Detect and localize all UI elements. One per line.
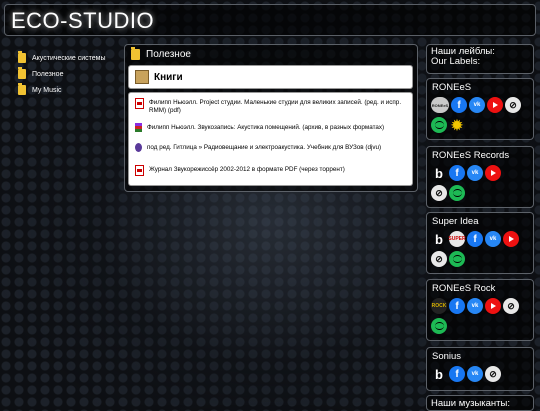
label-card: RONEeS Records b f vk ⊘ [426, 146, 534, 208]
djvu-icon [135, 143, 142, 152]
page-title-text: Полезное [146, 48, 191, 60]
label-card-title[interactable]: RONEeS Rock [427, 280, 533, 295]
spotify-icon[interactable] [431, 318, 447, 334]
label-card-title[interactable]: RONEeS Records [427, 147, 533, 162]
label-logo-icon[interactable]: ROCK [431, 298, 447, 314]
spotify-icon[interactable] [449, 251, 465, 267]
list-item[interactable]: Журнал Звукорежиссёр 2002-2012 в формате… [135, 165, 407, 176]
label-logo-icon[interactable]: SUPER [448, 231, 466, 247]
list-item[interactable]: Филипп Ньюэлл. Project студии. Маленькие… [135, 98, 407, 115]
books-section-label: Книги [154, 71, 183, 83]
list-item[interactable]: под ред. Гитлица » Радиовещание и электр… [135, 143, 407, 152]
folder-icon [18, 83, 26, 95]
label-card-title[interactable]: Super Idea [427, 213, 533, 228]
archive-icon [135, 123, 142, 132]
youtube-icon[interactable] [487, 97, 503, 113]
facebook-icon[interactable]: f [449, 165, 465, 181]
page-title: Полезное [125, 45, 417, 63]
spotify-icon[interactable] [431, 117, 447, 133]
books-section[interactable]: Книги [129, 66, 412, 88]
youtube-icon[interactable] [503, 231, 519, 247]
youtube-icon[interactable] [485, 298, 501, 314]
label-logo-icon[interactable]: RONEeS [431, 97, 449, 113]
file-link[interactable]: Филипп Ньюэлл. Звукозапись: Акустика пом… [147, 124, 384, 132]
label-card: RONEeS Rock ROCK f vk ⊘ [426, 279, 534, 341]
nav-item-useful[interactable]: Полезное [18, 66, 118, 82]
header-bar: ECO-STUDIO [4, 4, 536, 36]
label-card: Super Idea b SUPER f vk ⊘ [426, 212, 534, 274]
vk-icon[interactable]: vk [467, 165, 483, 181]
label-card-title[interactable]: Sonius [427, 348, 533, 363]
nav-item-acoustic[interactable]: Акустические системы [18, 50, 118, 66]
vk-icon[interactable]: vk [467, 298, 483, 314]
vk-icon[interactable]: vk [485, 231, 501, 247]
bandcamp-icon[interactable]: b [431, 165, 447, 181]
vk-icon[interactable]: vk [467, 366, 483, 382]
discogs-icon[interactable]: ⊘ [431, 251, 447, 267]
folder-icon [18, 51, 26, 63]
vk-icon[interactable]: vk [469, 97, 485, 113]
facebook-icon[interactable]: f [449, 298, 465, 314]
musicians-header: Наши музыканты: [426, 395, 534, 411]
site-logo[interactable]: ECO-STUDIO [11, 8, 154, 34]
bandcamp-icon[interactable]: b [431, 366, 447, 382]
musicians-title: Наши музыканты: [431, 398, 510, 409]
nav-item-label: Полезное [32, 70, 64, 78]
file-link[interactable]: под ред. Гитлица » Радиовещание и электр… [147, 144, 381, 152]
file-link[interactable]: Журнал Звукорежиссёр 2002-2012 в формате… [149, 166, 345, 174]
file-link[interactable]: Филипп Ньюэлл. Project студии. Маленькие… [149, 99, 407, 115]
nav-item-my-music[interactable]: My Music [18, 82, 118, 98]
pdf-icon [135, 98, 144, 109]
youtube-icon[interactable] [485, 165, 501, 181]
folder-icon [131, 46, 140, 60]
facebook-icon[interactable]: f [449, 366, 465, 382]
labels-header: Наши лейблы: Our Labels: [426, 44, 534, 74]
facebook-icon[interactable]: f [451, 97, 467, 113]
label-card: RONEeS RONEeS f vk ⊘ ✹ [426, 78, 534, 140]
discogs-icon[interactable]: ⊘ [485, 366, 501, 382]
discogs-icon[interactable]: ⊘ [431, 185, 447, 201]
left-navigation: Акустические системы Полезное My Music [18, 50, 118, 98]
discogs-icon[interactable]: ⊘ [503, 298, 519, 314]
pdf-icon [135, 165, 144, 176]
star-icon[interactable]: ✹ [449, 117, 465, 133]
file-list: Филипп Ньюэлл. Project студии. Маленькие… [129, 93, 412, 185]
bandcamp-icon[interactable]: b [431, 231, 447, 247]
facebook-icon[interactable]: f [467, 231, 483, 247]
label-card: Sonius b f vk ⊘ [426, 347, 534, 391]
main-panel: Полезное Книги Филипп Ньюэлл. Project ст… [124, 44, 418, 192]
nav-item-label: My Music [32, 86, 62, 94]
list-item[interactable]: Филипп Ньюэлл. Звукозапись: Акустика пом… [135, 123, 407, 132]
nav-item-label: Акустические системы [32, 54, 106, 62]
label-card-title[interactable]: RONEeS [427, 79, 533, 94]
book-icon [135, 70, 149, 84]
spotify-icon[interactable] [449, 185, 465, 201]
folder-icon [18, 67, 26, 79]
discogs-icon[interactable]: ⊘ [505, 97, 521, 113]
labels-title-en: Our Labels: [431, 56, 481, 67]
